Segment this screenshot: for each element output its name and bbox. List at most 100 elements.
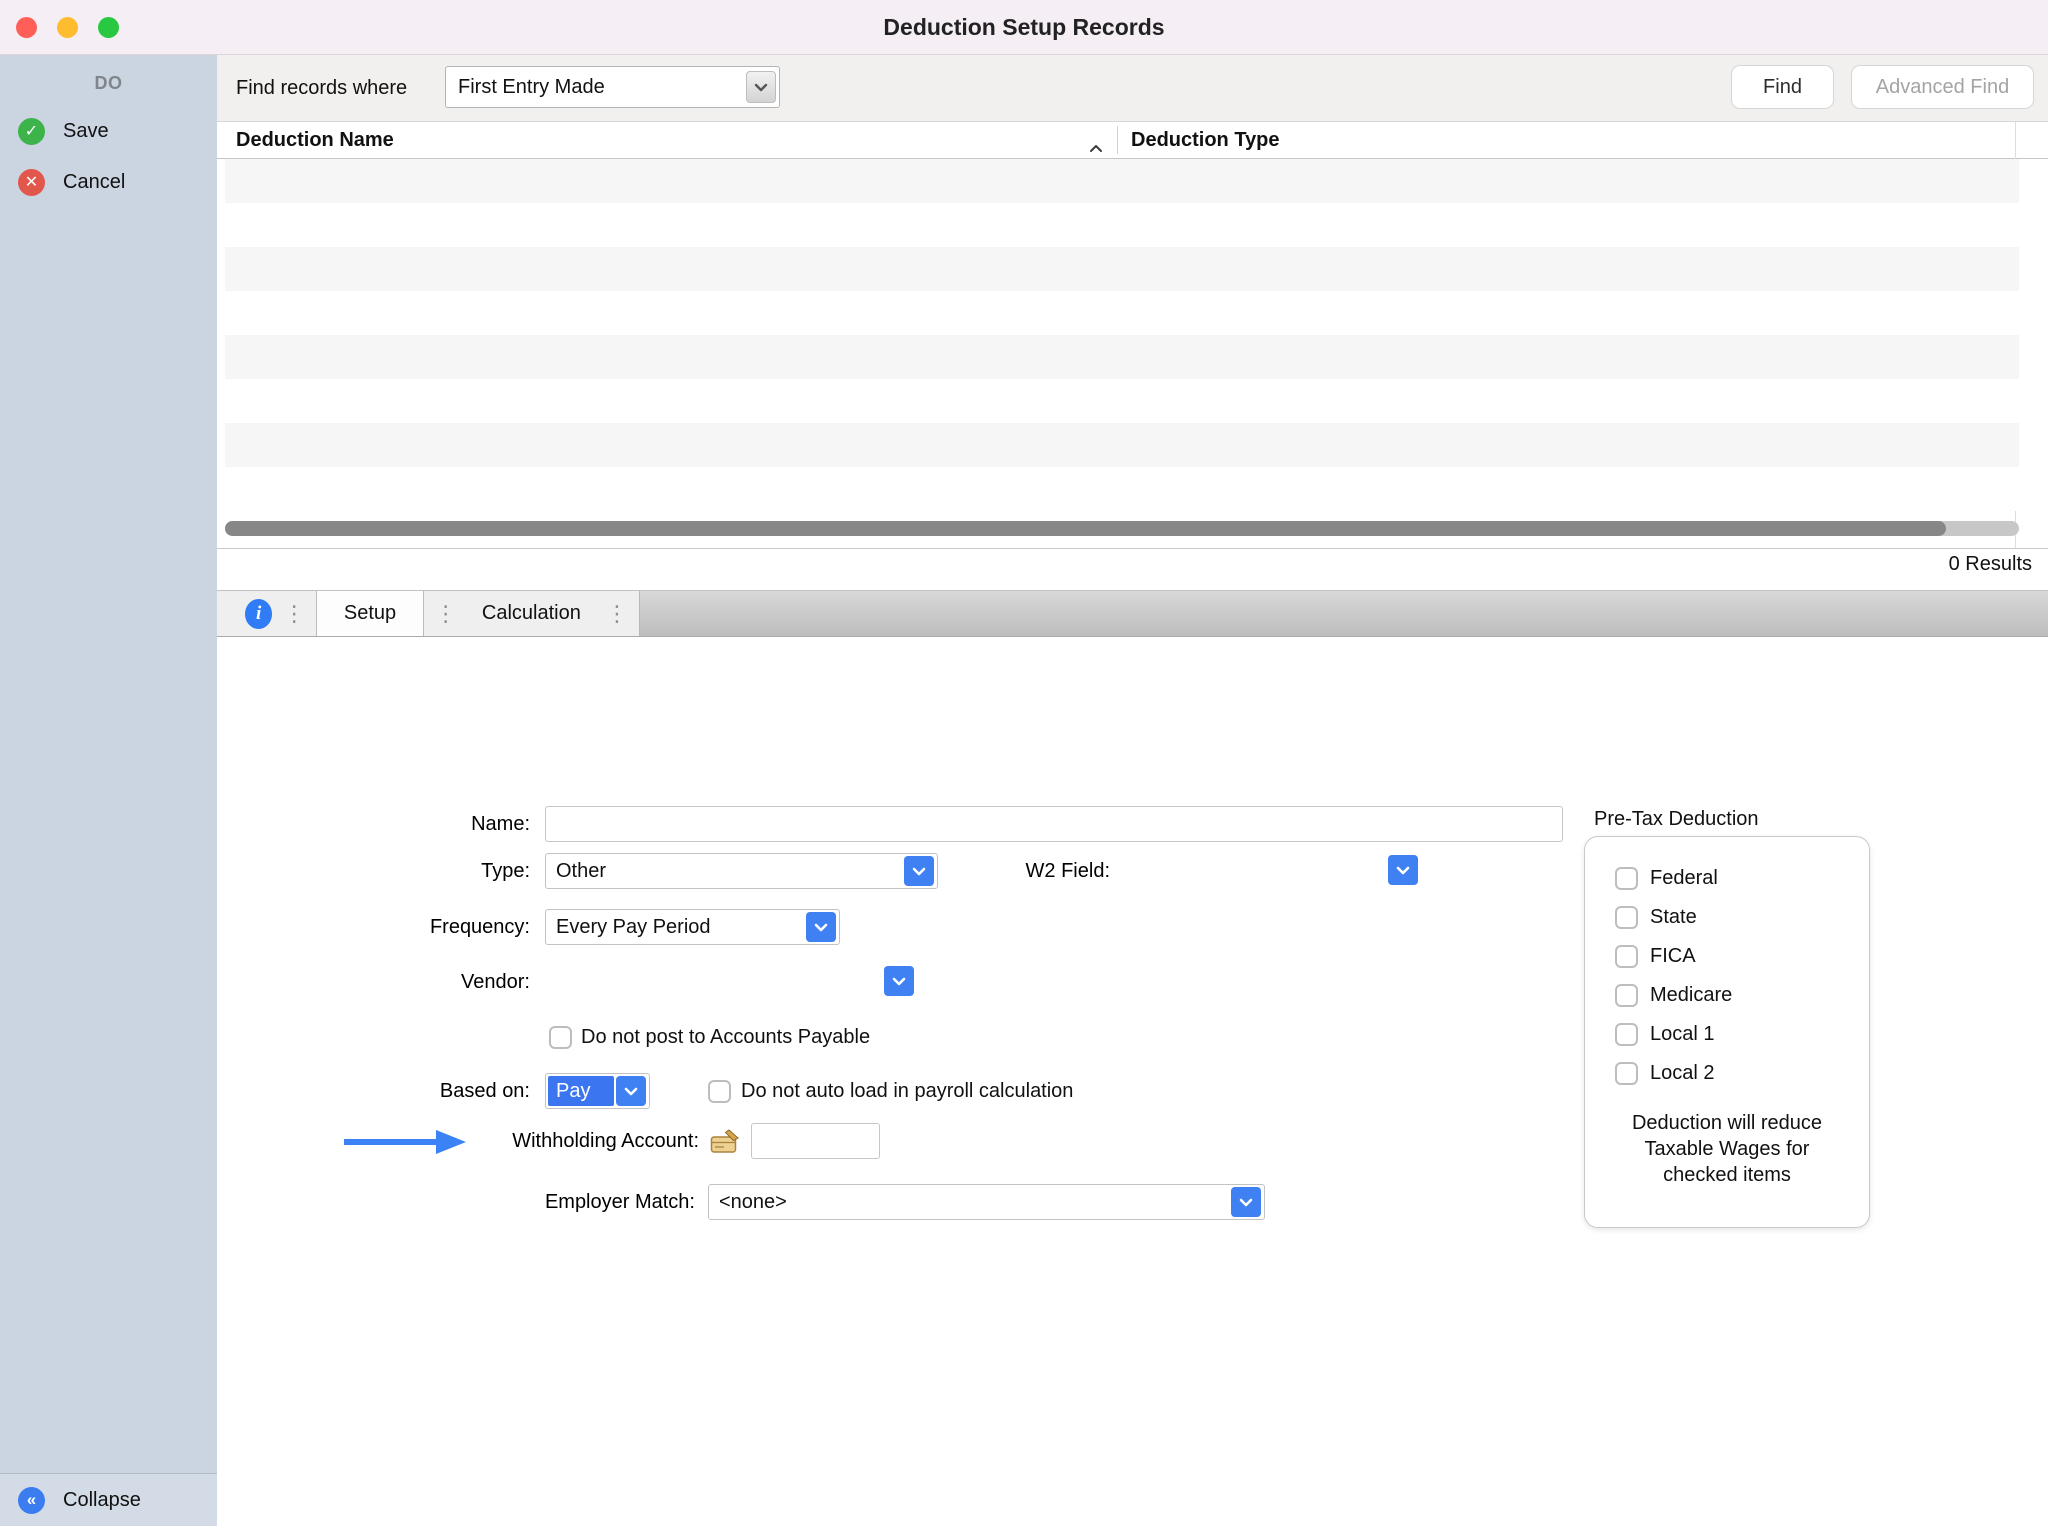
table-header: Deduction Name Deduction Type [217,122,2048,159]
local-1-checkbox[interactable] [1615,1023,1638,1046]
account-lookup-icon[interactable] [710,1128,741,1160]
chevron-down-icon [1231,1187,1261,1217]
find-button[interactable]: Find [1731,65,1834,109]
tab-strip: i ⋮ Setup ⋮ Calculation ⋮ [217,591,640,636]
find-bar: Find records where First Entry Made Find… [217,55,2048,121]
results-count: 0 Results [1949,553,2032,576]
state-checkbox[interactable] [1615,906,1638,929]
medicare-checkbox[interactable] [1615,984,1638,1007]
pretax-row-medicare: Medicare [1615,980,1869,1010]
pretax-deduction-title: Pre-Tax Deduction [1594,808,1759,831]
withholding-account-input[interactable] [751,1123,880,1159]
find-field-value: First Entry Made [458,76,605,99]
frequency-select[interactable]: Every Pay Period [545,909,840,945]
type-value: Other [556,860,606,883]
table-row [225,159,2019,203]
column-divider [1117,126,1118,154]
check-circle-icon: ✓ [18,118,45,145]
annotation-arrow-icon [342,1127,468,1162]
local-1-label: Local 1 [1650,1023,1715,1046]
fica-label: FICA [1650,945,1696,968]
save-label: Save [63,120,109,143]
federal-label: Federal [1650,867,1718,890]
vendor-select[interactable] [884,966,914,996]
tab-bar: i ⋮ Setup ⋮ Calculation ⋮ [217,590,2048,637]
table-row [225,335,2019,379]
vertical-dots-separator: ⋮ [272,603,316,625]
advanced-find-button[interactable]: Advanced Find [1851,65,2034,109]
w2-field-label: W2 Field: [910,853,1110,889]
cancel-label: Cancel [63,171,125,194]
employer-match-value: <none> [719,1191,787,1214]
window-controls [16,0,119,54]
employer-match-select[interactable]: <none> [708,1184,1265,1220]
pretax-note: Deduction will reduce Taxable Wages for … [1609,1110,1845,1188]
table-row [225,379,2019,423]
based-on-select[interactable]: Pay [545,1073,650,1109]
local-2-label: Local 2 [1650,1062,1715,1085]
pretax-row-local2: Local 2 [1615,1058,1869,1088]
do-not-post-ap-checkbox[interactable] [549,1026,572,1049]
cancel-button[interactable]: ✕ Cancel [18,164,209,200]
vertical-dots-separator: ⋮ [595,603,639,625]
sidebar: DO ✓ Save ✕ Cancel « Collapse [0,55,217,1526]
chevron-down-icon [806,912,836,942]
pretax-deduction-panel: Federal State FICA Medicare Local 1 Loca… [1584,836,1870,1228]
sort-ascending-icon [1089,136,1103,159]
employer-match-label: Employer Match: [455,1184,695,1220]
collapse-label: Collapse [63,1489,141,1512]
local-2-checkbox[interactable] [1615,1062,1638,1085]
deduction-setup-window: Deduction Setup Records DO ✓ Save ✕ Canc… [0,0,2048,1526]
chevron-down-icon [746,71,776,103]
frequency-value: Every Pay Period [556,916,711,939]
column-header-deduction-type[interactable]: Deduction Type [1131,122,1280,158]
titlebar: Deduction Setup Records [0,0,2048,55]
collapse-sidebar-button[interactable]: « Collapse [0,1473,217,1526]
collapse-chevrons-icon: « [18,1487,45,1514]
frequency-label: Frequency: [280,909,530,945]
do-not-auto-load-label: Do not auto load in payroll calculation [741,1073,1073,1109]
type-select[interactable]: Other [545,853,938,889]
x-circle-icon: ✕ [18,169,45,196]
sidebar-header: DO [0,73,217,94]
table-row [225,291,2019,335]
window-title: Deduction Setup Records [883,14,1164,41]
table-row [225,467,2019,511]
find-field-select[interactable]: First Entry Made [445,66,780,108]
vertical-dots-separator: ⋮ [424,603,468,625]
horizontal-scrollbar-thumb[interactable] [225,521,1946,536]
chevron-down-icon [616,1076,646,1106]
state-label: State [1650,906,1697,929]
table-row [225,247,2019,291]
table-row [225,203,2019,247]
do-not-post-ap-label: Do not post to Accounts Payable [581,1019,870,1055]
type-label: Type: [280,853,530,889]
close-window-button[interactable] [16,17,37,38]
info-icon[interactable]: i [245,599,272,629]
name-label: Name: [280,806,530,842]
fica-checkbox[interactable] [1615,945,1638,968]
results-table: Deduction Name Deduction Type [217,121,2048,549]
pretax-row-local1: Local 1 [1615,1019,1869,1049]
medicare-label: Medicare [1650,984,1732,1007]
setup-form: Name: Type: Other W2 Field: Frequency: E… [217,637,2048,1526]
column-header-deduction-name[interactable]: Deduction Name [236,122,394,158]
pretax-row-state: State [1615,902,1869,932]
based-on-value: Pay [548,1076,614,1106]
tab-setup[interactable]: Setup [316,591,423,636]
tab-calculation[interactable]: Calculation [468,591,595,636]
name-input[interactable] [545,806,1563,842]
w2-field-select[interactable] [1388,855,1418,885]
horizontal-scrollbar[interactable] [225,521,2019,536]
vendor-label: Vendor: [280,964,530,1000]
save-button[interactable]: ✓ Save [18,113,209,149]
find-records-where-label: Find records where [236,55,407,121]
minimize-window-button[interactable] [57,17,78,38]
table-row [225,423,2019,467]
withholding-account-label: Withholding Account: [459,1123,699,1159]
do-not-auto-load-checkbox[interactable] [708,1080,731,1103]
federal-checkbox[interactable] [1615,867,1638,890]
table-body [225,159,2019,511]
zoom-window-button[interactable] [98,17,119,38]
pretax-row-fica: FICA [1615,941,1869,971]
